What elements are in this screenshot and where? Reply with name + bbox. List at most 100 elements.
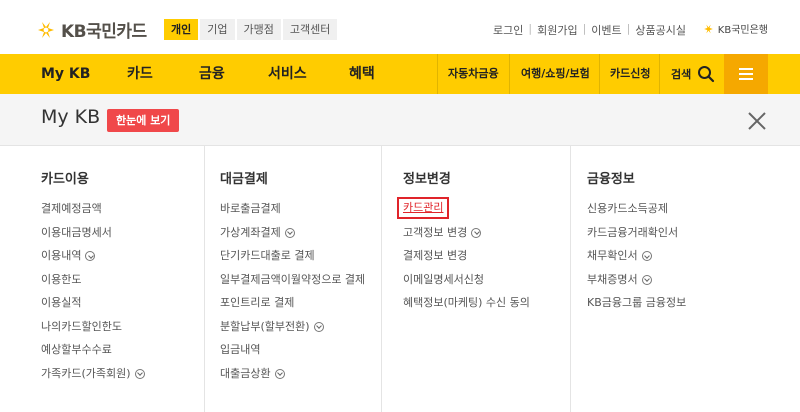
- chevron-down-icon: [134, 368, 145, 379]
- column-divider: [570, 146, 571, 412]
- nav-divider: [599, 54, 600, 94]
- signup-link[interactable]: 회원가입: [537, 22, 577, 38]
- chevron-down-icon: [85, 251, 96, 261]
- kb-bank-label: KB국민은행: [717, 25, 768, 36]
- search-label: 검색: [671, 68, 692, 81]
- menu-item[interactable]: 채무확인서: [587, 248, 686, 272]
- menu-column-card-usage: 카드이용 결제예정금액이용대금명세서이용내역이용한도이용실적나의카드할인한도예상…: [41, 146, 201, 412]
- main-nav: My KB 카드 금융 서비스 혜택 자동차금융 여행/쇼핑/보험 카드신청 검…: [0, 54, 800, 94]
- menu-item-label: 카드금융거래확인서: [587, 225, 679, 239]
- menu-item[interactable]: 예상할부수수료: [41, 342, 145, 366]
- separator: |: [528, 22, 533, 35]
- login-link[interactable]: 로그인: [493, 22, 523, 38]
- search-button[interactable]: 검색: [660, 54, 724, 94]
- column-title: 정보변경: [403, 172, 451, 187]
- kb-bank-link[interactable]: KB국민은행: [702, 21, 768, 36]
- menu-item[interactable]: 부채증명서: [587, 272, 686, 296]
- menu-item-label: 채무확인서: [587, 249, 638, 262]
- logo-text: KB국민카드: [61, 22, 147, 42]
- menu-item[interactable]: 바로출금결제: [220, 201, 365, 225]
- search-icon: [698, 66, 715, 83]
- chevron-down-icon: [471, 227, 482, 238]
- menu-item-label: 이용한도: [41, 272, 82, 286]
- segment-tabs: 개인 기업 가맹점 고객센터: [164, 19, 339, 40]
- menu-item-label: 이용대금명세서: [41, 225, 112, 239]
- menu-list: 결제예정금액이용대금명세서이용내역이용한도이용실적나의카드할인한도예상할부수수료…: [41, 201, 145, 389]
- menu-column-payment: 대금결제 바로출금결제가상계좌결제단기카드대출로 결제 일부결제금액이월약정으로 …: [220, 146, 380, 412]
- chevron-down-icon: [284, 227, 295, 238]
- menu-column-financial-info: 금융정보 신용카드소득공제 카드금융거래확인서채무확인서부채증명서 KB금융그룹 금…: [587, 146, 787, 412]
- menu-item[interactable]: 가상계좌결제: [220, 225, 365, 249]
- nav-finance[interactable]: 금융: [199, 54, 225, 94]
- menu-item-label: 바로출금결제: [220, 202, 281, 215]
- menu-item-label: 결제예정금액: [41, 202, 102, 215]
- menu-item-label: KB금융그룹 금융정보: [587, 296, 687, 309]
- segment-tab-personal[interactable]: 개인: [164, 19, 199, 40]
- segment-tab-business[interactable]: 기업: [200, 19, 235, 40]
- panel-title: My KB: [41, 106, 101, 128]
- menu-item-label: 결제정보 변경: [403, 249, 468, 262]
- nav-my-kb[interactable]: My KB: [41, 54, 90, 94]
- menu-item[interactable]: 이용대금명세서: [41, 225, 145, 249]
- menu-item[interactable]: 이용실적: [41, 295, 145, 319]
- menu-item-label: 가상계좌결제: [220, 225, 281, 239]
- menu-item[interactable]: 고객정보 변경: [403, 225, 530, 249]
- chevron-down-icon: [641, 274, 652, 285]
- column-title: 카드이용: [41, 172, 89, 187]
- menu-column-info-change: 정보변경 카드관리 고객정보 변경결제정보 변경이메일명세서신청혜택정보(마케팅)…: [397, 146, 568, 412]
- menu-item-label: 부채증명서: [587, 272, 638, 286]
- nav-divider: [509, 54, 510, 94]
- summary-view-button[interactable]: 한눈에 보기: [107, 109, 180, 132]
- menu-item[interactable]: 분할납부(할부전환): [220, 319, 365, 343]
- menu-item[interactable]: 신용카드소득공제: [587, 201, 686, 225]
- menu-item-label: 예상할부수수료: [41, 343, 112, 356]
- menu-item-label: 이용실적: [41, 296, 82, 309]
- menu-item[interactable]: 이메일명세서신청: [403, 272, 530, 296]
- menu-item[interactable]: 대출금상환: [220, 366, 365, 390]
- chevron-down-icon: [313, 321, 324, 332]
- menu-item-label: 나의카드할인한도: [41, 319, 122, 333]
- menu-list: 카드관리 고객정보 변경결제정보 변경이메일명세서신청혜택정보(마케팅) 수신 동…: [397, 197, 530, 319]
- nav-auto-finance[interactable]: 자동차금융: [448, 54, 499, 94]
- nav-card-apply[interactable]: 카드신청: [610, 54, 650, 94]
- column-title: 금융정보: [587, 172, 635, 187]
- menu-item[interactable]: 가족카드(가족회원): [41, 366, 145, 390]
- menu-item[interactable]: 카드금융거래확인서: [587, 225, 686, 249]
- product-disclosure-link[interactable]: 상품공시실: [635, 22, 686, 38]
- menu-item-label: 분할납부(할부전환): [220, 319, 310, 333]
- event-link[interactable]: 이벤트: [591, 22, 621, 38]
- all-menu-button[interactable]: [724, 54, 768, 94]
- menu-item[interactable]: 일부결제금액이월약정으로 결제: [220, 272, 365, 296]
- nav-travel-shopping-insurance[interactable]: 여행/쇼핑/보험: [521, 54, 590, 94]
- nav-services[interactable]: 서비스: [268, 54, 307, 94]
- menu-item[interactable]: 입금내역: [220, 342, 365, 366]
- kb-card-logo[interactable]: KB국민카드: [34, 17, 147, 42]
- segment-tab-support[interactable]: 고객센터: [282, 19, 338, 40]
- close-icon[interactable]: [746, 110, 768, 132]
- menu-item-label: 일부결제금액이월약정으로 결제: [220, 272, 366, 286]
- menu-item[interactable]: 혜택정보(마케팅) 수신 동의: [403, 295, 530, 319]
- menu-item[interactable]: 카드관리: [397, 197, 530, 225]
- column-title: 대금결제: [220, 172, 268, 187]
- segment-tab-merchant[interactable]: 가맹점: [236, 19, 281, 40]
- menu-item[interactable]: 나의카드할인한도: [41, 319, 145, 343]
- menu-item[interactable]: 이용한도: [41, 272, 145, 296]
- nav-benefits[interactable]: 혜택: [349, 54, 375, 94]
- menu-item[interactable]: 포인트리로 결제: [220, 295, 365, 319]
- panel-header: My KB 한눈에 보기: [0, 94, 800, 146]
- menu-item-label: 고객정보 변경: [403, 225, 468, 239]
- menu-item[interactable]: 이용내역: [41, 248, 145, 272]
- menu-item[interactable]: 단기카드대출로 결제: [220, 248, 365, 272]
- hamburger-icon: [739, 65, 753, 83]
- menu-item-label: 포인트리로 결제: [220, 296, 295, 309]
- menu-item-label: 이메일명세서신청: [403, 272, 484, 286]
- my-kb-menu-panel: My KB 한눈에 보기 카드이용 결제예정금액 이용대금명세서 이용내역 이용한도 이…: [0, 94, 800, 412]
- top-bar: KB국민카드 개인 기업 가맹점 고객센터 로그인 | 회원가입 | 이벤트 |…: [0, 0, 800, 54]
- menu-item[interactable]: KB금융그룹 금융정보: [587, 295, 686, 319]
- menu-item[interactable]: 결제정보 변경: [403, 248, 530, 272]
- menu-item-label: 가족카드(가족회원): [41, 366, 131, 380]
- separator: |: [626, 22, 631, 35]
- nav-card[interactable]: 카드: [127, 54, 153, 94]
- menu-item[interactable]: 결제예정금액: [41, 201, 145, 225]
- menu-item-label: 이용내역: [41, 249, 82, 262]
